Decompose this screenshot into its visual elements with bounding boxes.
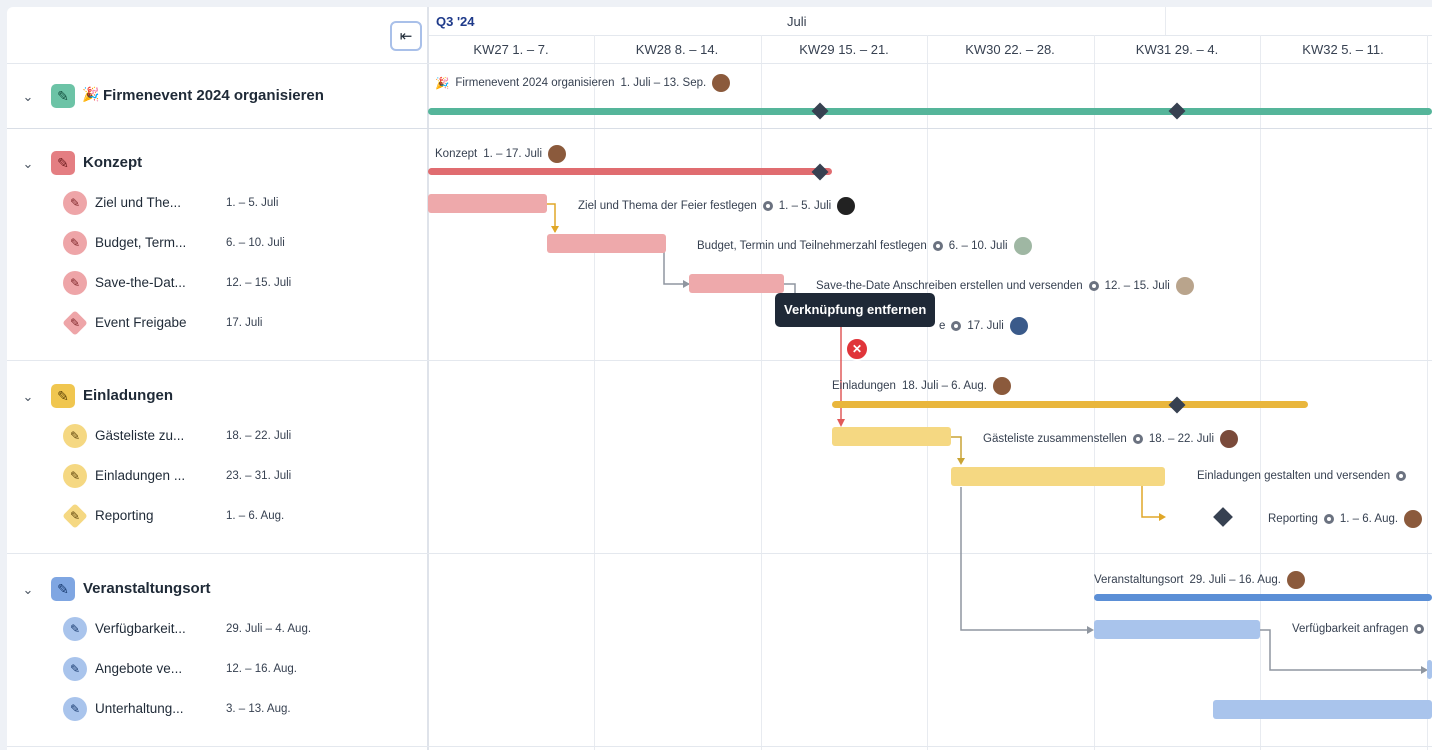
task-bar[interactable] — [428, 194, 547, 213]
task-bar[interactable] — [951, 467, 1165, 486]
group-bar-label: Einladungen 18. Juli – 6. Aug. — [832, 377, 1011, 395]
status-dot-icon — [1323, 514, 1334, 524]
avatar[interactable] — [712, 74, 731, 92]
group-bar-veranstaltungsort[interactable] — [1094, 594, 1432, 601]
group-bar-label: Konzept 1. – 17. Juli — [435, 145, 567, 163]
status-dot-icon — [1414, 624, 1425, 634]
avatar[interactable] — [1286, 571, 1305, 589]
bar-label-text: Save-the-Date Anschreiben erstellen und … — [816, 280, 1083, 292]
task-bar[interactable] — [547, 234, 666, 253]
bar-label-text: Budget, Termin und Teilnehmerzahl festle… — [697, 240, 927, 252]
bar-dates: 6. – 10. Juli — [948, 240, 1008, 252]
bar-dates: 12. – 15. Juli — [1104, 280, 1170, 292]
bar-dates: 1. – 17. Juli — [483, 148, 543, 160]
group-bar-einladungen[interactable] — [832, 401, 1308, 408]
bar-label-text: Ziel und Thema der Feier festlegen — [578, 200, 757, 212]
task-bar-label: e 17. Juli — [939, 317, 1028, 335]
task-bar[interactable] — [1427, 660, 1432, 679]
task-bar-label: Verfügbarkeit anfragen — [1292, 623, 1425, 635]
avatar[interactable] — [1220, 430, 1239, 448]
status-dot-icon — [1396, 471, 1407, 481]
party-emoji: 🎉 — [435, 78, 450, 90]
avatar[interactable] — [1009, 317, 1028, 335]
task-bar-label: Budget, Termin und Teilnehmerzahl festle… — [697, 237, 1032, 255]
task-bar-label: Einladungen gestalten und versenden — [1197, 470, 1407, 482]
avatar[interactable] — [1013, 237, 1032, 255]
bar-dates: 18. – 22. Juli — [1148, 433, 1215, 445]
bar-label-text: Veranstaltungsort — [1094, 574, 1184, 586]
avatar[interactable] — [548, 145, 567, 163]
task-bar[interactable] — [832, 427, 951, 446]
status-dot-icon — [932, 241, 943, 251]
bar-label-text: Verfügbarkeit anfragen — [1292, 623, 1409, 635]
task-bar[interactable] — [1213, 700, 1432, 719]
bar-dates: 17. Juli — [967, 320, 1004, 332]
close-icon: ✕ — [851, 342, 863, 356]
status-dot-icon — [1088, 281, 1099, 291]
avatar[interactable] — [993, 377, 1011, 395]
tooltip: Verknüpfung entfernen — [775, 293, 936, 327]
task-bar[interactable] — [1094, 620, 1260, 639]
bar-dates: 1. – 6. Aug. — [1339, 513, 1399, 525]
task-bar-label: Reporting 1. – 6. Aug. — [1268, 510, 1423, 528]
group-bar-label: Veranstaltungsort 29. Juli – 16. Aug. — [1094, 571, 1305, 589]
task-bar[interactable] — [689, 274, 784, 293]
avatar[interactable] — [1404, 510, 1423, 528]
bar-dates: 1. Juli – 13. Sep. — [620, 77, 707, 89]
remove-link-button[interactable]: ✕ — [845, 337, 869, 361]
task-bar-label: Ziel und Thema der Feier festlegen 1. – 5… — [578, 197, 856, 215]
bar-label-text: Konzept — [435, 148, 478, 160]
status-dot-icon — [762, 201, 773, 211]
project-bar[interactable] — [428, 108, 1432, 115]
avatar[interactable] — [837, 197, 856, 215]
project-bar-label: 🎉 Firmenevent 2024 organisieren 1. Juli … — [435, 74, 731, 92]
status-dot-icon — [1132, 434, 1143, 444]
status-dot-icon — [951, 321, 962, 331]
bar-dates: 1. – 5. Juli — [778, 200, 832, 212]
bar-label-text: e — [939, 320, 946, 332]
bar-dates: 18. Juli – 6. Aug. — [901, 380, 987, 392]
bar-label-text: Einladungen gestalten und versenden — [1197, 470, 1391, 482]
bar-label-text: Gästeliste zusammenstellen — [983, 433, 1127, 445]
bar-label-text: Einladungen — [832, 380, 896, 392]
bar-dates: 29. Juli – 16. Aug. — [1189, 574, 1281, 586]
task-bar-label: Gästeliste zusammenstellen 18. – 22. Juli — [983, 430, 1239, 448]
gantt-app: ⇤ Q3 '24 Juli KW27 1. – 7. KW28 8. – 14.… — [7, 7, 1432, 750]
avatar[interactable] — [1175, 277, 1194, 295]
group-bar-konzept[interactable] — [428, 168, 832, 175]
bar-label-text: Reporting — [1268, 513, 1318, 525]
bar-label-text: Firmenevent 2024 organisieren — [455, 77, 615, 89]
